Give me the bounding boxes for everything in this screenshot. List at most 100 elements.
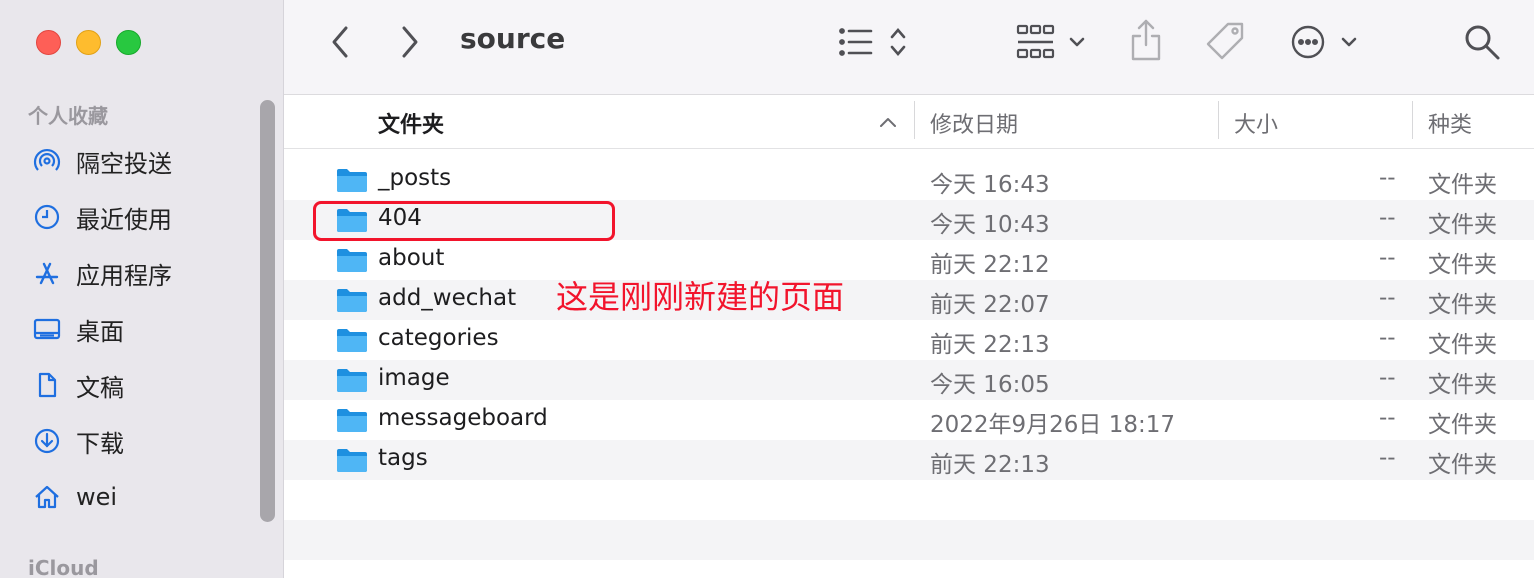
back-button[interactable]: [324, 24, 356, 60]
sidebar-item-downloads[interactable]: 下载: [32, 421, 124, 461]
folder-icon: [337, 369, 367, 392]
sidebar-item-home[interactable]: wei: [32, 477, 117, 517]
applications-icon: [32, 258, 62, 288]
file-date: 前天 22:13: [930, 332, 1050, 358]
sidebar-item-label: 最近使用: [76, 205, 172, 234]
column-divider[interactable]: [1218, 101, 1219, 139]
desktop-icon: [32, 314, 62, 344]
file-name: image: [378, 365, 450, 391]
group-button[interactable]: [1016, 22, 1088, 62]
file-date: 今天 10:43: [930, 212, 1050, 238]
view-options-button[interactable]: [836, 22, 912, 62]
file-kind: 文件夹: [1428, 412, 1497, 438]
file-size: --: [1379, 445, 1396, 471]
clock-icon: [32, 202, 62, 232]
folder-icon: [337, 169, 367, 192]
empty-row: [284, 520, 1534, 560]
grid-group-icon: [1016, 24, 1085, 59]
column-divider[interactable]: [914, 101, 915, 139]
file-name: tags: [378, 445, 428, 471]
file-name: categories: [378, 325, 499, 351]
minimize-window-button[interactable]: [76, 30, 101, 55]
empty-row: [284, 560, 1534, 578]
list-view-icon: [839, 28, 906, 56]
share-icon: [1131, 19, 1161, 61]
sort-ascending-icon[interactable]: [878, 115, 898, 129]
table-row[interactable]: categories 前天 22:13 -- 文件夹: [284, 320, 1534, 360]
sidebar-item-airdrop[interactable]: 隔空投送: [32, 141, 172, 181]
table-row[interactable]: _posts 今天 16:43 -- 文件夹: [284, 160, 1534, 200]
table-row[interactable]: messageboard 2022年9月26日 18:17 -- 文件夹: [284, 400, 1534, 440]
sidebar-item-recents[interactable]: 最近使用: [32, 197, 172, 237]
close-window-button[interactable]: [36, 30, 61, 55]
file-date: 前天 22:13: [930, 452, 1050, 478]
file-date: 前天 22:12: [930, 252, 1050, 278]
sidebar-item-label: 桌面: [76, 317, 124, 346]
file-kind: 文件夹: [1428, 372, 1497, 398]
download-icon: [32, 426, 62, 456]
more-actions-button[interactable]: [1290, 22, 1366, 62]
zoom-window-button[interactable]: [116, 30, 141, 55]
file-date: 2022年9月26日 18:17: [930, 412, 1176, 438]
column-header: 文件夹 修改日期 大小 种类: [284, 95, 1534, 149]
sidebar-item-label: 应用程序: [76, 261, 172, 290]
file-name: messageboard: [378, 405, 548, 431]
file-size: --: [1379, 165, 1396, 191]
table-row[interactable]: tags 前天 22:13 -- 文件夹: [284, 440, 1534, 480]
file-kind: 文件夹: [1428, 212, 1497, 238]
file-date: 今天 16:43: [930, 172, 1050, 198]
document-icon: [32, 370, 62, 400]
window-title: source: [460, 22, 566, 55]
file-date: 前天 22:07: [930, 292, 1050, 318]
sidebar: 个人收藏 隔空投送 最近使用 应用程序 桌面 文稿 下载 wei iCloud: [0, 0, 284, 580]
file-name: add_wechat: [378, 285, 517, 311]
table-row[interactable]: image 今天 16:05 -- 文件夹: [284, 360, 1534, 400]
file-date: 今天 16:05: [930, 372, 1050, 398]
chevron-left-icon: [332, 26, 348, 58]
sidebar-item-applications[interactable]: 应用程序: [32, 253, 172, 293]
table-row[interactable]: add_wechat 前天 22:07 -- 文件夹: [284, 280, 1534, 320]
tag-button[interactable]: [1204, 20, 1248, 64]
sidebar-scrollbar[interactable]: [260, 100, 275, 522]
home-icon: [32, 482, 62, 512]
column-divider[interactable]: [1412, 101, 1413, 139]
forward-button[interactable]: [394, 24, 426, 60]
file-kind: 文件夹: [1428, 332, 1497, 358]
sidebar-item-label: wei: [76, 483, 118, 511]
ellipsis-circle-icon: [1291, 25, 1357, 59]
file-size: --: [1379, 245, 1396, 271]
file-kind: 文件夹: [1428, 172, 1497, 198]
annotation-note: 这是刚刚新建的页面: [556, 278, 845, 316]
sidebar-item-label: 隔空投送: [76, 149, 172, 178]
folder-icon: [337, 449, 367, 472]
icloud-heading: iCloud: [28, 556, 99, 580]
file-name: _posts: [378, 165, 452, 191]
sidebar-item-desktop[interactable]: 桌面: [32, 309, 124, 349]
share-button[interactable]: [1128, 18, 1164, 62]
folder-icon: [337, 409, 367, 432]
sidebar-item-label: 下载: [76, 429, 124, 458]
column-kind[interactable]: 种类: [1428, 107, 1472, 139]
search-button[interactable]: [1462, 22, 1502, 62]
file-kind: 文件夹: [1428, 292, 1497, 318]
toolbar: source: [284, 0, 1534, 95]
sidebar-item-label: 文稿: [76, 373, 124, 402]
file-size: --: [1379, 325, 1396, 351]
favorites-heading: 个人收藏: [28, 104, 108, 128]
table-row[interactable]: about 前天 22:12 -- 文件夹: [284, 240, 1534, 280]
file-name: about: [378, 245, 445, 271]
column-name[interactable]: 文件夹: [378, 107, 444, 139]
airdrop-icon: [32, 146, 62, 176]
tag-icon: [1206, 22, 1244, 60]
sidebar-item-documents[interactable]: 文稿: [32, 365, 124, 405]
folder-icon: [337, 289, 367, 312]
column-size[interactable]: 大小: [1234, 107, 1278, 139]
folder-icon: [337, 329, 367, 352]
folder-icon: [337, 249, 367, 272]
column-date[interactable]: 修改日期: [930, 107, 1018, 139]
file-size: --: [1379, 205, 1396, 231]
file-size: --: [1379, 285, 1396, 311]
file-size: --: [1379, 365, 1396, 391]
search-icon: [1465, 25, 1500, 60]
file-kind: 文件夹: [1428, 252, 1497, 278]
